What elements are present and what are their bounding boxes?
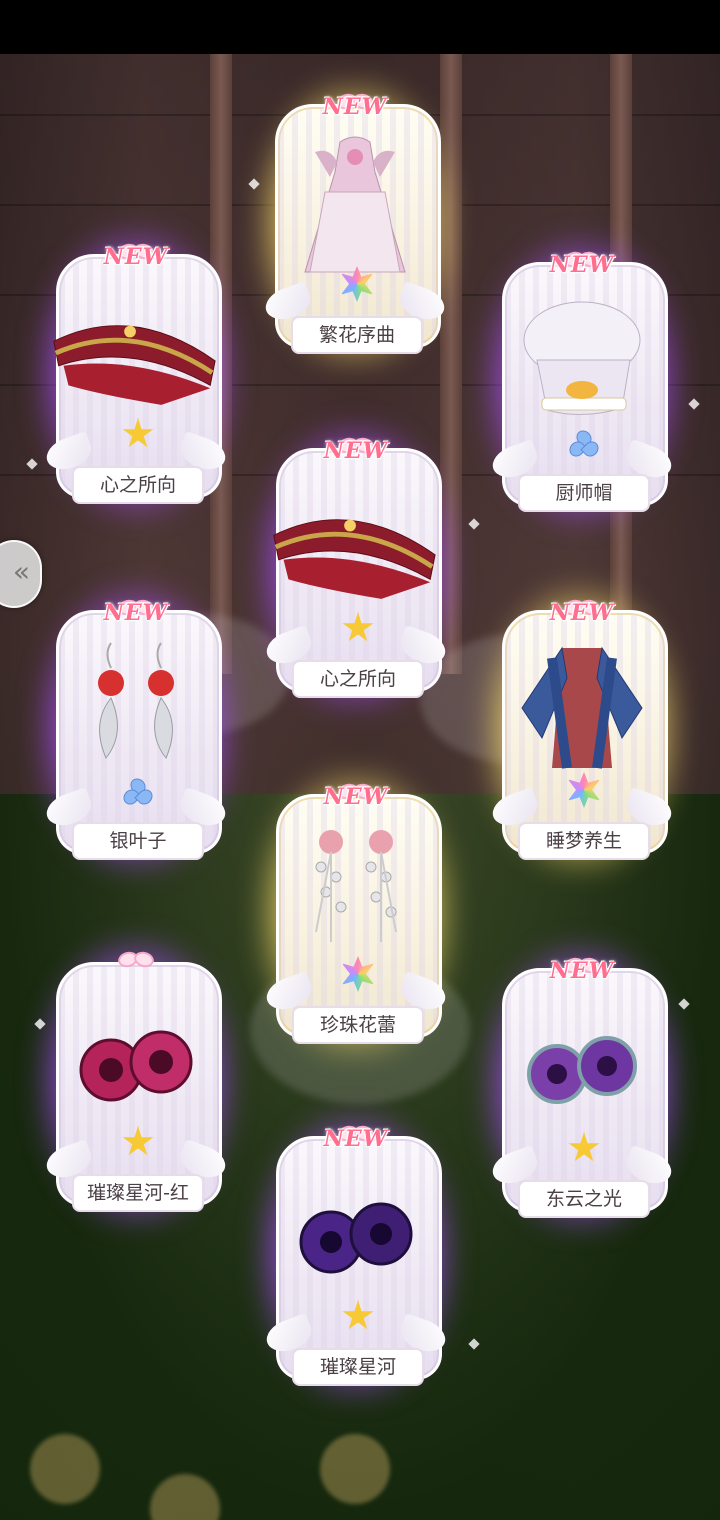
item-image	[512, 290, 652, 440]
reward-card[interactable]: 厨师帽 NEW	[482, 236, 682, 526]
new-badge: NEW	[103, 600, 169, 626]
reward-card[interactable]: 东云之光 NEW	[482, 942, 682, 1232]
item-image	[512, 638, 652, 788]
reward-card[interactable]: 心之所向 NEW	[36, 228, 236, 518]
new-badge: NEW	[549, 600, 615, 626]
quality-indicator	[114, 1120, 158, 1164]
item-image	[53, 282, 216, 432]
quality-indicator	[114, 412, 158, 456]
reward-card[interactable]: 银叶子 NEW	[36, 584, 236, 874]
blue-gem-icon	[120, 775, 156, 808]
item-name: 东云之光	[518, 1180, 650, 1218]
new-badge: NEW	[323, 438, 389, 464]
quality-indicator	[334, 606, 378, 650]
quality-indicator	[114, 768, 158, 812]
gold-star-icon	[342, 612, 374, 642]
quality-indicator	[560, 768, 604, 812]
item-image	[286, 822, 426, 972]
item-name: 银叶子	[72, 822, 204, 860]
item-name: 睡梦养生	[518, 822, 650, 860]
new-badge: NEW	[322, 94, 388, 120]
rainbow-flower-icon	[340, 266, 374, 302]
item-name: 璀璨星河-红	[72, 1174, 204, 1212]
blue-gem-icon	[566, 427, 602, 460]
reward-card[interactable]: 睡梦养生 NEW	[482, 584, 682, 874]
new-badge: NEW	[549, 252, 615, 278]
new-badge: NEW	[103, 244, 169, 270]
item-name: 璀璨星河	[292, 1348, 424, 1386]
reward-card[interactable]: 繁花序曲 NEW	[255, 78, 455, 368]
status-bar	[0, 0, 720, 54]
new-badge: NEW	[549, 958, 615, 984]
item-image	[286, 1164, 426, 1314]
reward-card[interactable]: 璀璨星河-红	[36, 936, 236, 1226]
quality-indicator	[560, 420, 604, 464]
ribbon-icon	[118, 950, 154, 966]
quality-indicator	[334, 952, 378, 996]
quality-indicator	[333, 262, 377, 306]
item-name: 心之所向	[72, 466, 204, 504]
item-image	[512, 996, 652, 1146]
reward-card[interactable]: 心之所向 NEW	[256, 422, 456, 712]
quality-indicator	[560, 1126, 604, 1170]
item-image	[273, 476, 436, 626]
item-name: 厨师帽	[518, 474, 650, 512]
gold-star-icon	[122, 1126, 154, 1156]
gold-star-icon	[568, 1132, 600, 1162]
gold-star-icon	[122, 418, 154, 448]
item-name: 珍珠花蕾	[292, 1006, 424, 1044]
item-image	[66, 638, 206, 788]
rainbow-flower-icon	[341, 956, 375, 992]
quality-indicator	[334, 1294, 378, 1338]
chevron-left-icon: «	[12, 555, 30, 588]
item-image	[66, 990, 206, 1140]
reward-card[interactable]: 璀璨星河 NEW	[256, 1110, 456, 1400]
item-image	[285, 132, 425, 282]
new-badge: NEW	[323, 784, 389, 810]
item-name: 繁花序曲	[291, 316, 423, 354]
rainbow-flower-icon	[567, 772, 601, 808]
gold-star-icon	[342, 1300, 374, 1330]
item-name: 心之所向	[292, 660, 424, 698]
reward-card[interactable]: 珍珠花蕾 NEW	[256, 768, 456, 1058]
new-badge: NEW	[323, 1126, 389, 1152]
